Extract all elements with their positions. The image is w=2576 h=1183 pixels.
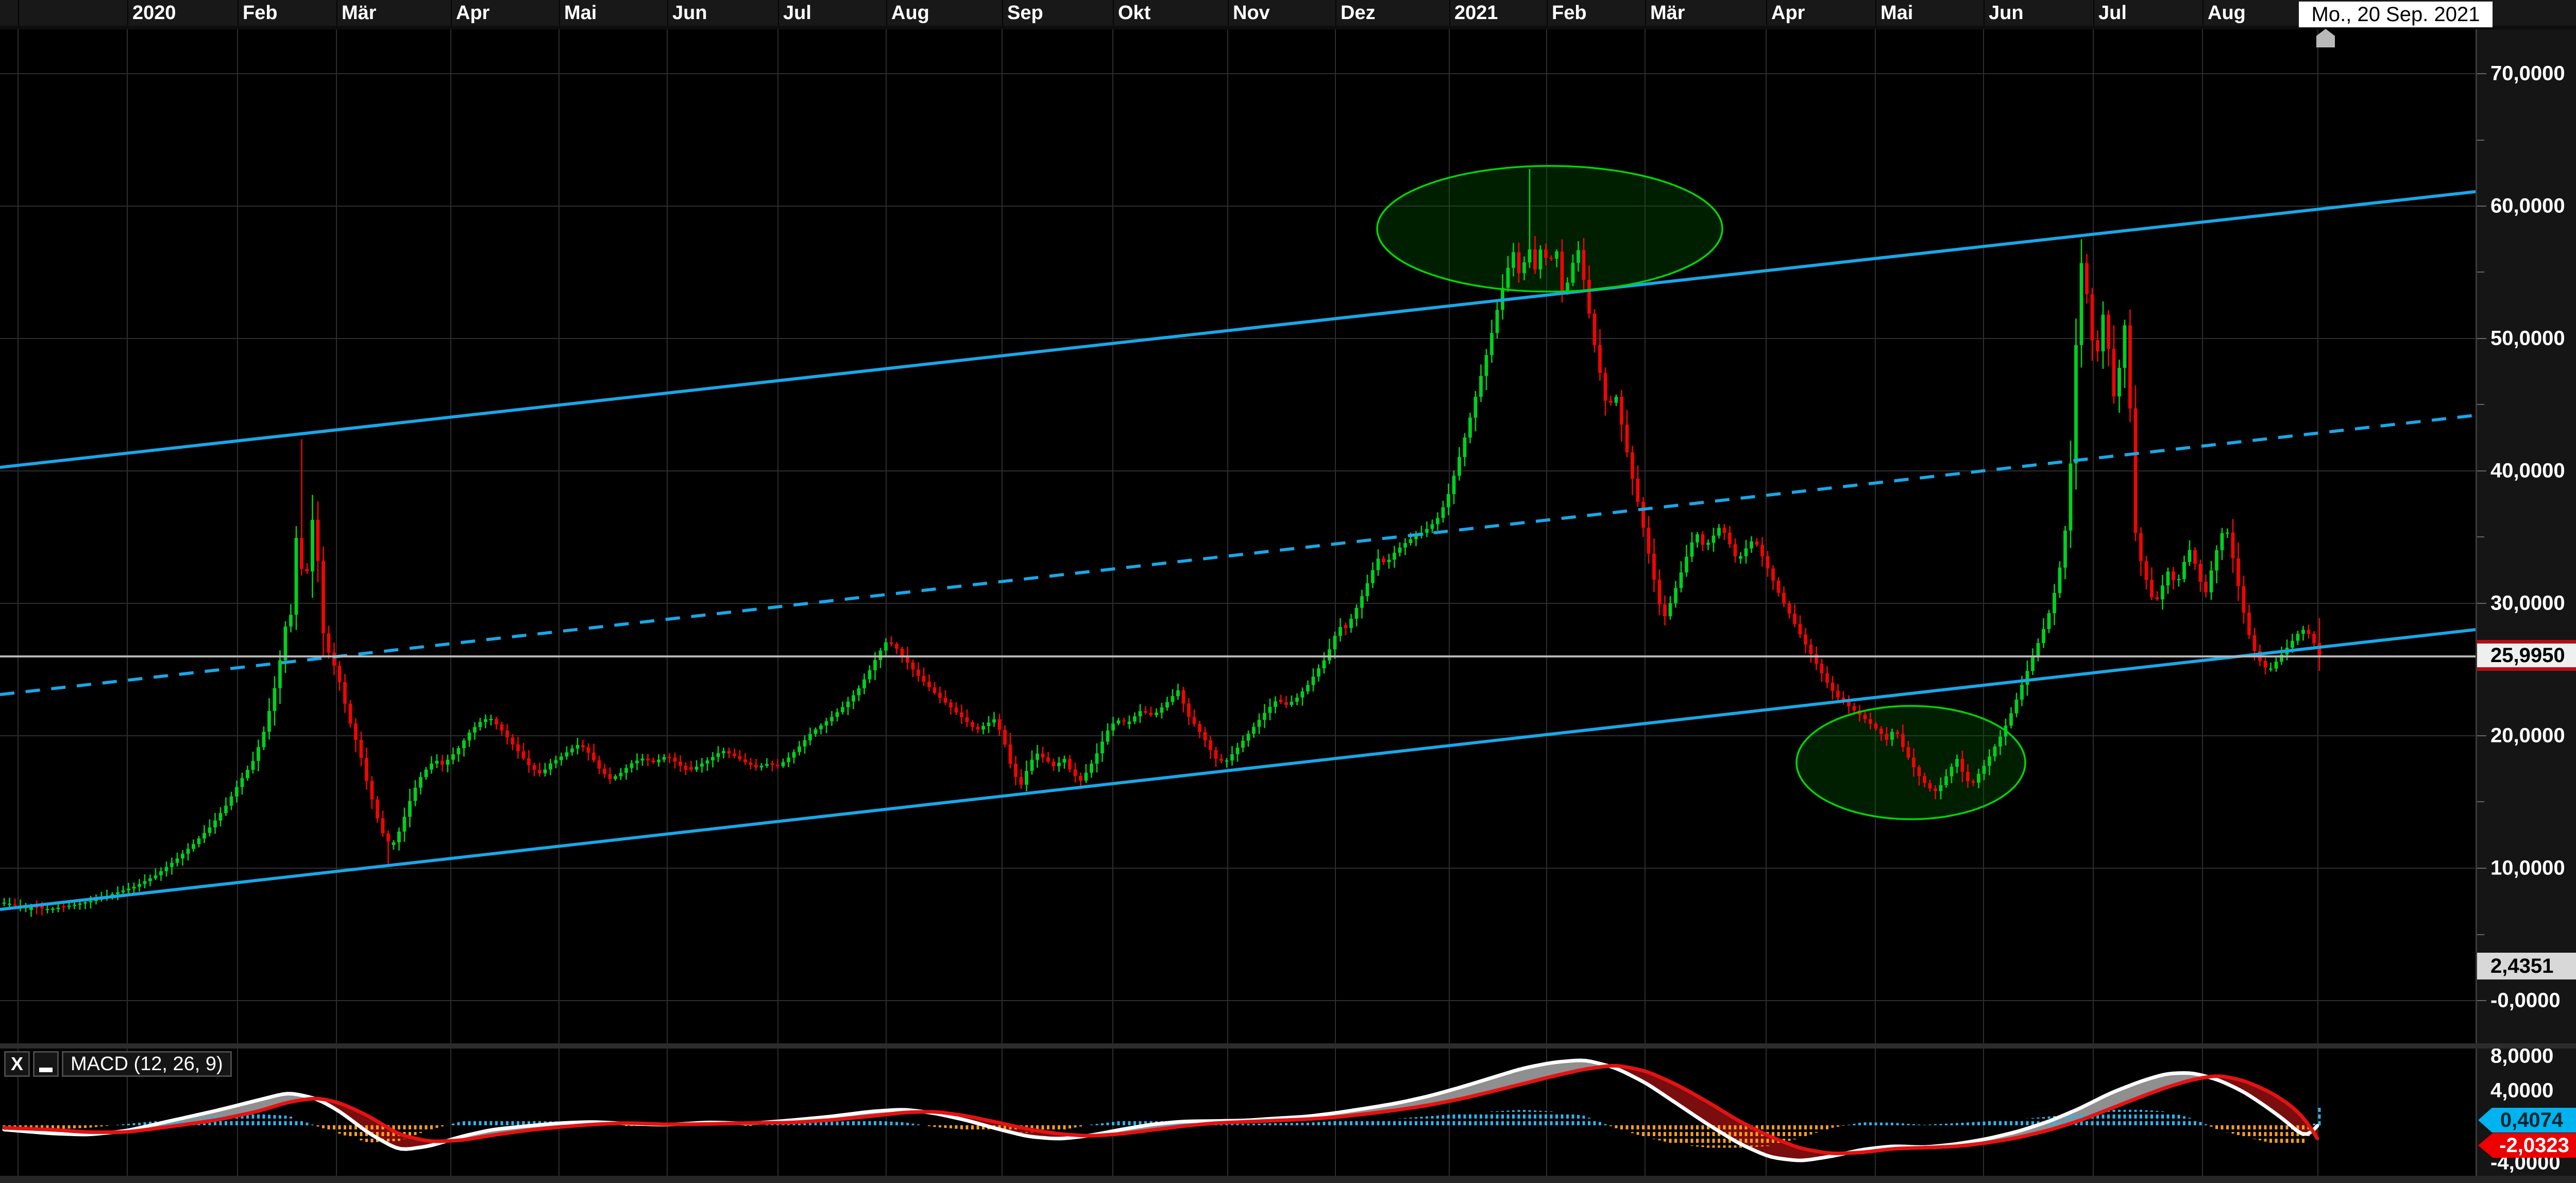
signal-value: -2,0323 — [2499, 1134, 2569, 1157]
price-label: 70,0000 — [2490, 62, 2565, 86]
month-separator — [667, 0, 668, 26]
macd-title-text: MACD (12, 26, 9) — [71, 1053, 223, 1075]
signal-value-badge: -2,0323 — [2478, 1133, 2576, 1158]
panel-divider[interactable] — [0, 1043, 2576, 1049]
month-label-jun: Jun — [1989, 2, 2024, 24]
month-separator — [2093, 0, 2094, 26]
month-label-mär: Mär — [1650, 2, 1685, 24]
month-label-aug: Aug — [2208, 2, 2246, 24]
time-axis[interactable]: 2020 Feb Mär Apr Mai Jun Jul Aug Sep Okt Nov Dez 202… — [0, 0, 2576, 26]
axis-minor-tick — [2477, 536, 2484, 537]
month-separator — [1984, 0, 1985, 26]
month-label-apr: Apr — [456, 2, 489, 24]
month-separator — [1547, 0, 1548, 26]
macd-indicator-label[interactable]: MACD (12, 26, 9) — [62, 1051, 232, 1077]
month-label-apr: Apr — [1771, 2, 1805, 24]
axis-tick — [2477, 206, 2486, 207]
axis-tick — [2477, 73, 2486, 74]
month-separator — [1228, 0, 1229, 26]
month-label-feb: Feb — [243, 2, 278, 24]
month-label-nov: Nov — [1233, 2, 1270, 24]
month-separator — [1002, 0, 1003, 26]
window-bottom-edge — [0, 1176, 2576, 1183]
axis-tick — [2477, 868, 2486, 869]
date-tooltip-text: Mo., 20 Sep. 2021 — [2312, 3, 2480, 26]
axis-minor-tick — [2477, 934, 2484, 935]
month-label-mai: Mai — [564, 2, 597, 24]
axis-tick — [2477, 470, 2486, 471]
month-label-dez: Dez — [1341, 2, 1376, 24]
current-price-value: 25,9950 — [2490, 644, 2565, 667]
month-separator — [2202, 0, 2204, 26]
month-label-jul: Jul — [2098, 2, 2127, 24]
price-label: 50,0000 — [2490, 327, 2565, 350]
month-separator — [1449, 0, 1450, 26]
date-tooltip: Mo., 20 Sep. 2021 — [2299, 2, 2493, 27]
macd-minimize-button[interactable] — [33, 1051, 59, 1077]
month-label-sep: Sep — [1007, 2, 1043, 24]
price-label: 60,0000 — [2490, 195, 2565, 218]
month-separator — [1113, 0, 1114, 26]
minimize-icon — [39, 1068, 53, 1072]
month-separator — [778, 0, 779, 26]
time-axis-border — [0, 26, 2576, 29]
axis-tick — [2477, 735, 2486, 736]
current-price-chip: 25,9950 — [2477, 640, 2576, 671]
month-separator — [1766, 0, 1767, 26]
month-separator — [1335, 0, 1336, 26]
trendline-channel-mid[interactable] — [0, 415, 2476, 695]
month-label-2020: 2020 — [132, 2, 176, 24]
price-label: 30,0000 — [2490, 592, 2565, 615]
month-separator — [451, 0, 452, 26]
axis-tick — [2477, 338, 2486, 339]
month-separator — [18, 0, 19, 26]
macd-panel-header: X MACD (12, 26, 9) — [4, 1051, 232, 1078]
price-label: 40,0000 — [2490, 460, 2565, 483]
close-icon: X — [11, 1053, 23, 1075]
price-label: 10,0000 — [2490, 857, 2565, 880]
macd-value-badge: 0,4074 — [2478, 1108, 2576, 1133]
month-separator — [1875, 0, 1876, 26]
month-separator — [238, 0, 239, 26]
axis-minor-tick — [2477, 404, 2484, 405]
month-separator — [1645, 0, 1646, 26]
month-separator — [886, 0, 887, 26]
price-axis[interactable]: 25,9950 2,4351 0,4074 -2,0323 70,0000 60,… — [2476, 0, 2576, 1183]
month-label-feb: Feb — [1552, 2, 1587, 24]
axis-minor-tick — [2477, 801, 2484, 802]
month-label-mai: Mai — [1880, 2, 1913, 24]
macd-axis-label: 4,0000 — [2490, 1079, 2553, 1103]
chart-canvas[interactable] — [0, 0, 2476, 1183]
chart-window: 2020 Feb Mär Apr Mai Jun Jul Aug Sep Okt Nov Dez 202… — [0, 0, 2576, 1183]
price-label: -0,0000 — [2490, 989, 2561, 1012]
axis-tick — [2477, 603, 2486, 604]
month-separator — [336, 0, 337, 26]
macd-fill — [2209, 1076, 2317, 1139]
month-label-aug: Aug — [891, 2, 929, 24]
axis-minor-tick — [2477, 272, 2484, 273]
month-separator — [127, 0, 128, 26]
macd-value: 0,4074 — [2500, 1109, 2563, 1132]
level-marker-chip: 2,4351 — [2477, 953, 2576, 979]
price-label: 20,0000 — [2490, 724, 2565, 748]
month-label-jul: Jul — [783, 2, 811, 24]
axis-minor-tick — [2477, 140, 2484, 141]
month-separator — [559, 0, 560, 26]
month-label-okt: Okt — [1118, 2, 1150, 24]
axis-tick — [2477, 1000, 2486, 1001]
macd-close-button[interactable]: X — [4, 1051, 30, 1077]
trendline-channel-lower[interactable] — [0, 630, 2476, 909]
macd-fill — [1849, 1073, 2209, 1153]
month-label-jun: Jun — [672, 2, 707, 24]
month-label-mär: Mär — [342, 2, 377, 24]
level-marker-value: 2,4351 — [2490, 955, 2553, 978]
month-label-2021: 2021 — [1454, 2, 1498, 24]
